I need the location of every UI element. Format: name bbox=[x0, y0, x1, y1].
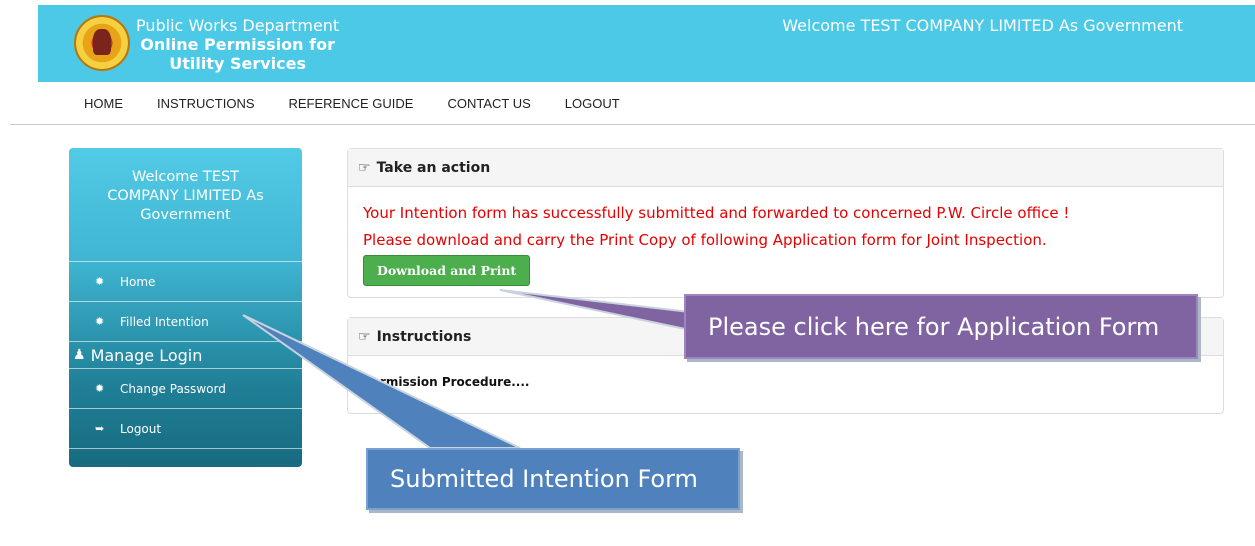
application-callout-pointer bbox=[499, 289, 691, 332]
application-form-callout: Please click here for Application Form bbox=[684, 294, 1198, 359]
intention-form-callout: Submitted Intention Form bbox=[366, 448, 740, 510]
intention-callout-pointer bbox=[242, 314, 521, 449]
callout-text: Submitted Intention Form bbox=[390, 465, 698, 493]
callout-text: Please click here for Application Form bbox=[708, 312, 1160, 341]
